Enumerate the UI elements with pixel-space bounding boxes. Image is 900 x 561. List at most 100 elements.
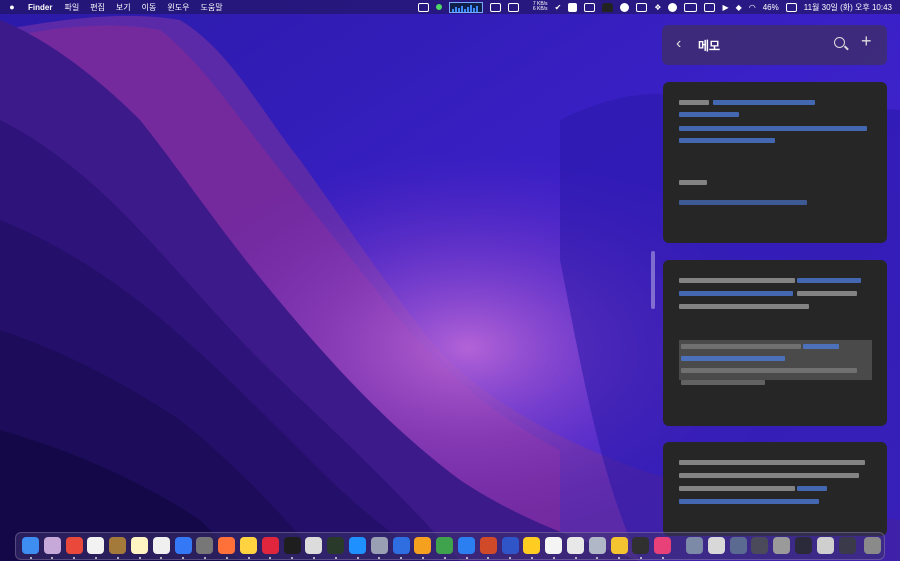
textedit-icon[interactable]	[152, 537, 170, 554]
activity-monitor-icon[interactable]	[327, 537, 345, 554]
scroll-handle[interactable]	[651, 251, 655, 309]
monitor-app-icon[interactable]	[632, 537, 650, 554]
window-1-icon[interactable]	[686, 537, 703, 554]
finder-icon[interactable]	[22, 537, 39, 554]
display-toggle-icon[interactable]	[684, 2, 698, 12]
window-4-icon[interactable]	[751, 537, 769, 554]
running-indicator	[138, 557, 141, 559]
add-note-icon[interactable]: +	[861, 31, 872, 52]
note-card-2[interactable]	[663, 260, 887, 426]
finder-window-icon[interactable]	[305, 537, 323, 554]
bookmark-status-icon[interactable]	[636, 2, 648, 12]
back-chevron-icon[interactable]: ‹	[676, 35, 681, 53]
photos-app-icon[interactable]	[43, 537, 61, 554]
box-app-icon[interactable]	[109, 537, 127, 554]
running-indicator	[269, 557, 272, 559]
play-status-icon[interactable]: ▶	[722, 3, 728, 12]
running-indicator	[225, 557, 228, 559]
battery-percent[interactable]: 46%	[763, 3, 779, 12]
running-indicator	[378, 557, 381, 559]
typora-icon[interactable]	[545, 537, 563, 554]
running-indicator	[51, 557, 54, 559]
red-app-icon[interactable]	[261, 537, 279, 554]
window-3-icon[interactable]	[729, 537, 747, 554]
note-card-3[interactable]	[663, 442, 887, 536]
status-dot-icon[interactable]	[435, 4, 442, 10]
running-indicator	[421, 557, 424, 559]
apple-menu-icon[interactable]: ●	[6, 2, 18, 12]
memory-monitor-icon[interactable]	[417, 2, 429, 12]
calendar-icon[interactable]	[65, 537, 83, 554]
running-indicator	[334, 557, 337, 559]
pixel-app-icon[interactable]	[196, 537, 214, 554]
search-icon[interactable]	[834, 37, 845, 48]
record-status-icon[interactable]	[668, 2, 678, 12]
menu-edit[interactable]: 편집	[90, 2, 105, 13]
image-capture-icon[interactable]	[584, 2, 596, 12]
running-indicator	[596, 557, 599, 559]
menu-app-name[interactable]: Finder	[28, 3, 52, 12]
running-indicator	[203, 557, 206, 559]
running-indicator	[160, 557, 163, 559]
preview-icon[interactable]	[349, 537, 366, 554]
cloud-sync-icon[interactable]	[620, 2, 630, 12]
window-8-icon[interactable]	[838, 537, 856, 554]
running-indicator	[29, 557, 32, 559]
terminal-icon[interactable]	[283, 537, 301, 554]
gpu-monitor-icon[interactable]	[507, 2, 519, 12]
network-speed[interactable]: 7 KB/s 6 KB/s	[526, 2, 548, 12]
window-5-icon[interactable]	[773, 537, 791, 554]
download-app-icon[interactable]	[392, 537, 410, 554]
status-area: 7 KB/s 6 KB/s ✔ ❖ ▶ ◆ ◠ 46% 11월 30일 (화) …	[417, 0, 892, 14]
firefox-icon[interactable]	[218, 537, 236, 554]
screen-app-icon[interactable]	[370, 537, 388, 554]
running-indicator	[465, 557, 468, 559]
window-2-icon[interactable]	[707, 537, 725, 554]
network-icon[interactable]	[174, 537, 192, 554]
running-indicator	[574, 557, 577, 559]
photo-app-icon[interactable]	[588, 537, 606, 554]
pink-app-icon[interactable]	[654, 537, 672, 554]
timer-status-icon[interactable]	[704, 2, 716, 12]
notes-widget-title: 메모	[698, 39, 721, 53]
notes-app-icon[interactable]	[131, 537, 148, 554]
menu-file[interactable]: 파일	[64, 2, 79, 13]
utility-app-icon[interactable]	[567, 537, 584, 554]
running-indicator	[182, 557, 185, 559]
download-status-icon[interactable]	[568, 2, 578, 12]
tree-app-icon[interactable]	[501, 537, 519, 554]
dropbox-icon[interactable]: ❖	[654, 3, 661, 12]
note-card-1[interactable]	[663, 82, 887, 243]
checkmark-icon[interactable]: ✔	[555, 3, 562, 12]
running-indicator	[661, 557, 664, 559]
chart-app-icon[interactable]	[436, 537, 454, 554]
menu-view[interactable]: 보기	[116, 2, 131, 13]
window-6-icon[interactable]	[795, 537, 812, 554]
menu-window[interactable]: 윈도우	[167, 2, 189, 13]
control-center-icon[interactable]	[785, 2, 797, 12]
gift-app-icon[interactable]	[87, 537, 105, 554]
dock	[15, 532, 885, 560]
running-indicator	[116, 557, 119, 559]
menu-bar: ● Finder 파일 편집 보기 이동 윈도우 도움말 7 KB/s 6 KB…	[0, 0, 900, 14]
game-app-icon[interactable]	[479, 537, 497, 554]
emoji-app-icon[interactable]	[523, 537, 541, 554]
cpu-graph-icon[interactable]	[448, 1, 483, 13]
running-indicator	[552, 557, 555, 559]
face-app-icon[interactable]	[240, 537, 257, 554]
window-7-icon[interactable]	[816, 537, 834, 554]
wifi-icon[interactable]: ◠	[749, 3, 756, 12]
net-down-speed: 6 KB/s	[532, 6, 548, 12]
menu-help[interactable]: 도움말	[200, 2, 222, 13]
trash-icon[interactable]	[864, 537, 882, 554]
blue-app-icon[interactable]	[458, 537, 475, 554]
design-app-icon[interactable]	[414, 537, 432, 554]
disk-monitor-icon[interactable]	[489, 2, 501, 12]
menu-go[interactable]: 이동	[142, 2, 157, 13]
mask-app-icon[interactable]	[610, 537, 628, 554]
hat-icon[interactable]	[602, 2, 614, 12]
menubar-clock[interactable]: 11월 30일 (화) 오후 10:43	[804, 2, 892, 13]
running-indicator	[530, 557, 533, 559]
shield-icon[interactable]: ◆	[736, 3, 742, 12]
running-indicator	[509, 557, 512, 559]
